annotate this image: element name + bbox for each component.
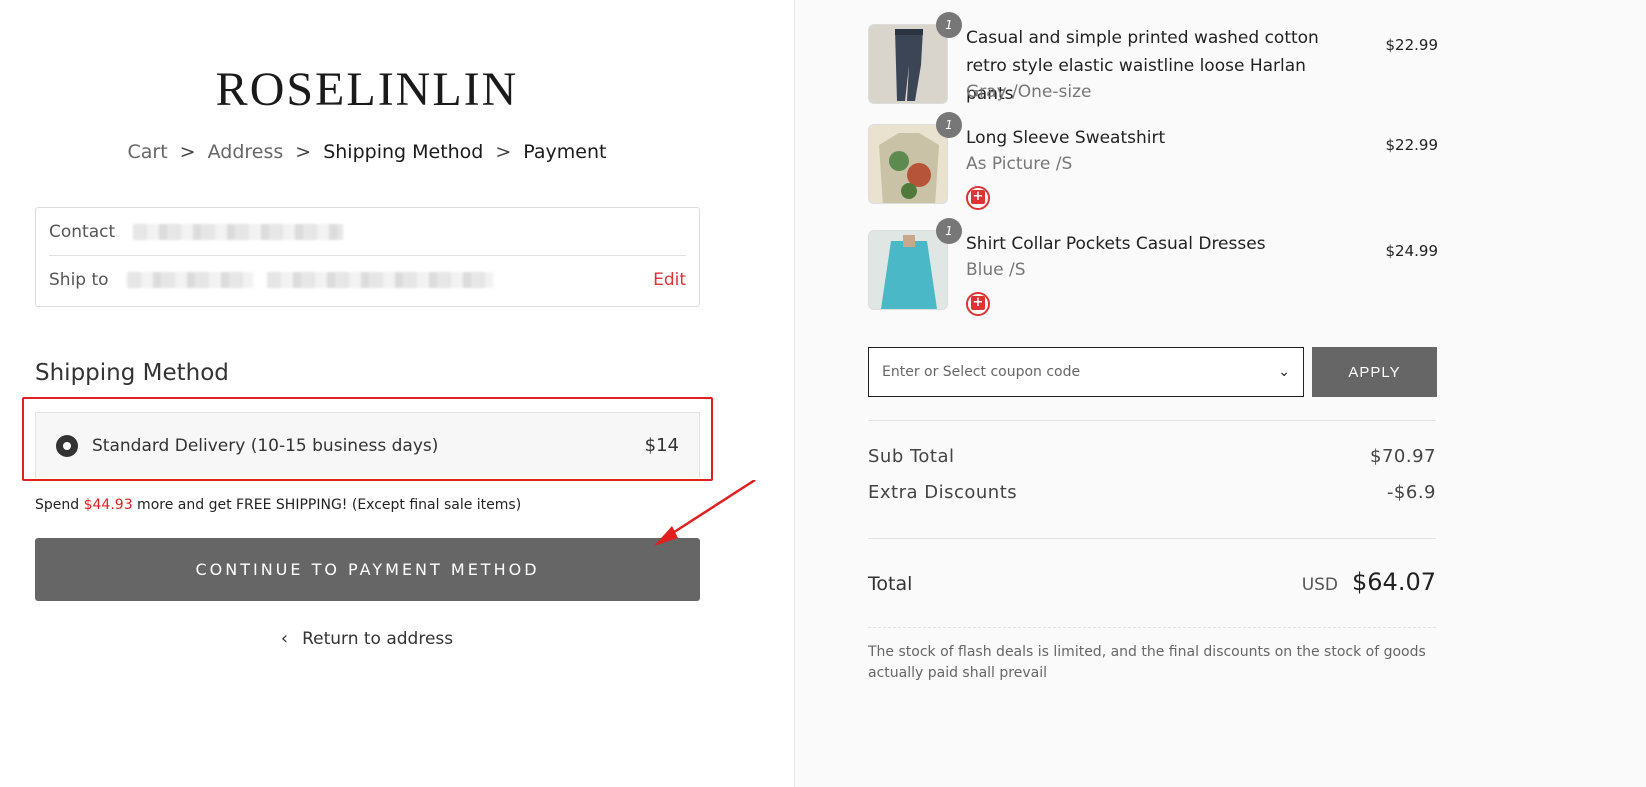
breadcrumb-separator: > xyxy=(295,141,312,163)
highlight-box xyxy=(22,397,713,481)
annotation-arrow xyxy=(654,480,756,546)
contact-row: Contact xyxy=(49,208,686,256)
item-price: $22.99 xyxy=(1385,36,1439,54)
quantity-badge: 1 xyxy=(936,112,962,138)
product-thumbnail[interactable] xyxy=(868,24,948,104)
order-item: 1 Casual and simple printed washed cotto… xyxy=(868,12,1439,114)
breadcrumb-cart[interactable]: Cart xyxy=(128,141,168,163)
contact-summary: Contact Ship to Edit xyxy=(35,207,700,307)
gift-icon[interactable] xyxy=(966,292,990,316)
item-variant: As Picture /S xyxy=(966,154,1073,174)
contact-label: Contact xyxy=(49,221,116,242)
ship-to-value-redacted xyxy=(126,272,253,288)
total-value: $64.07 xyxy=(1352,568,1436,596)
coupon-placeholder: Enter or Select coupon code xyxy=(882,364,1081,380)
subtotal-row: Sub Total $70.97 xyxy=(868,446,1436,467)
ship-to-row: Ship to Edit xyxy=(49,256,686,304)
order-item: 1 Long Sleeve Sweatshirt As Picture /S $… xyxy=(868,112,1439,214)
item-price: $24.99 xyxy=(1385,242,1439,260)
apply-coupon-button[interactable]: APPLY xyxy=(1312,347,1437,397)
item-variant: Gray /One-size xyxy=(966,82,1092,102)
return-label: Return to address xyxy=(302,629,454,649)
breadcrumb-payment: Payment xyxy=(523,141,607,163)
ship-to-value-redacted xyxy=(266,272,493,288)
gift-icon[interactable] xyxy=(966,186,990,210)
product-thumbnail[interactable] xyxy=(868,124,948,204)
breadcrumb-separator: > xyxy=(495,141,512,163)
currency-code: USD xyxy=(1301,575,1339,595)
discount-row: Extra Discounts -$6.9 xyxy=(868,482,1436,503)
total-label: Total xyxy=(868,573,913,595)
breadcrumb-shipping: Shipping Method xyxy=(323,141,484,163)
subtotal-value: $70.97 xyxy=(1370,446,1436,467)
product-thumbnail[interactable] xyxy=(868,230,948,310)
divider xyxy=(868,538,1436,539)
item-variant: Blue /S xyxy=(966,260,1026,280)
order-summary-panel: 1 Casual and simple printed washed cotto… xyxy=(794,0,1646,787)
edit-link[interactable]: Edit xyxy=(653,270,686,290)
discount-label: Extra Discounts xyxy=(868,482,1018,503)
return-to-address-link[interactable]: ‹ Return to address xyxy=(0,628,734,649)
continue-to-payment-button[interactable]: CONTINUE TO PAYMENT METHOD xyxy=(35,538,700,601)
contact-value-redacted xyxy=(133,223,344,240)
promo-text-before: Spend xyxy=(35,497,84,513)
quantity-badge: 1 xyxy=(936,12,962,38)
stock-note: The stock of flash deals is limited, and… xyxy=(868,644,1426,681)
ship-to-label: Ship to xyxy=(49,270,109,290)
subtotal-label: Sub Total xyxy=(868,446,955,467)
divider xyxy=(868,420,1436,421)
total-row: Total USD $64.07 xyxy=(868,568,1436,596)
discount-value: -$6.9 xyxy=(1386,482,1436,503)
item-name[interactable]: Long Sleeve Sweatshirt xyxy=(966,124,1336,152)
breadcrumb-separator: > xyxy=(179,141,196,163)
breadcrumb: Cart > Address > Shipping Method > Payment xyxy=(0,141,734,163)
divider xyxy=(868,627,1436,628)
promo-amount: $44.93 xyxy=(83,497,133,513)
promo-text-after: more and get FREE SHIPPING! (Except fina… xyxy=(132,497,522,513)
quantity-badge: 1 xyxy=(936,218,962,244)
free-shipping-promo: Spend $44.93 more and get FREE SHIPPING!… xyxy=(35,497,521,513)
checkout-panel: ROSELINLIN Cart > Address > Shipping Method >… xyxy=(0,0,794,787)
brand-logo[interactable]: ROSELINLIN xyxy=(0,62,734,117)
item-name[interactable]: Shirt Collar Pockets Casual Dresses xyxy=(966,230,1336,258)
breadcrumb-address[interactable]: Address xyxy=(208,141,284,163)
shipping-method-title: Shipping Method xyxy=(35,360,229,386)
chevron-down-icon[interactable]: ⌄ xyxy=(1278,364,1290,380)
coupon-select[interactable]: Enter or Select coupon code ⌄ xyxy=(868,347,1304,397)
chevron-left-icon: ‹ xyxy=(280,628,289,649)
item-price: $22.99 xyxy=(1385,136,1439,154)
order-item: 1 Shirt Collar Pockets Casual Dresses Bl… xyxy=(868,218,1439,320)
